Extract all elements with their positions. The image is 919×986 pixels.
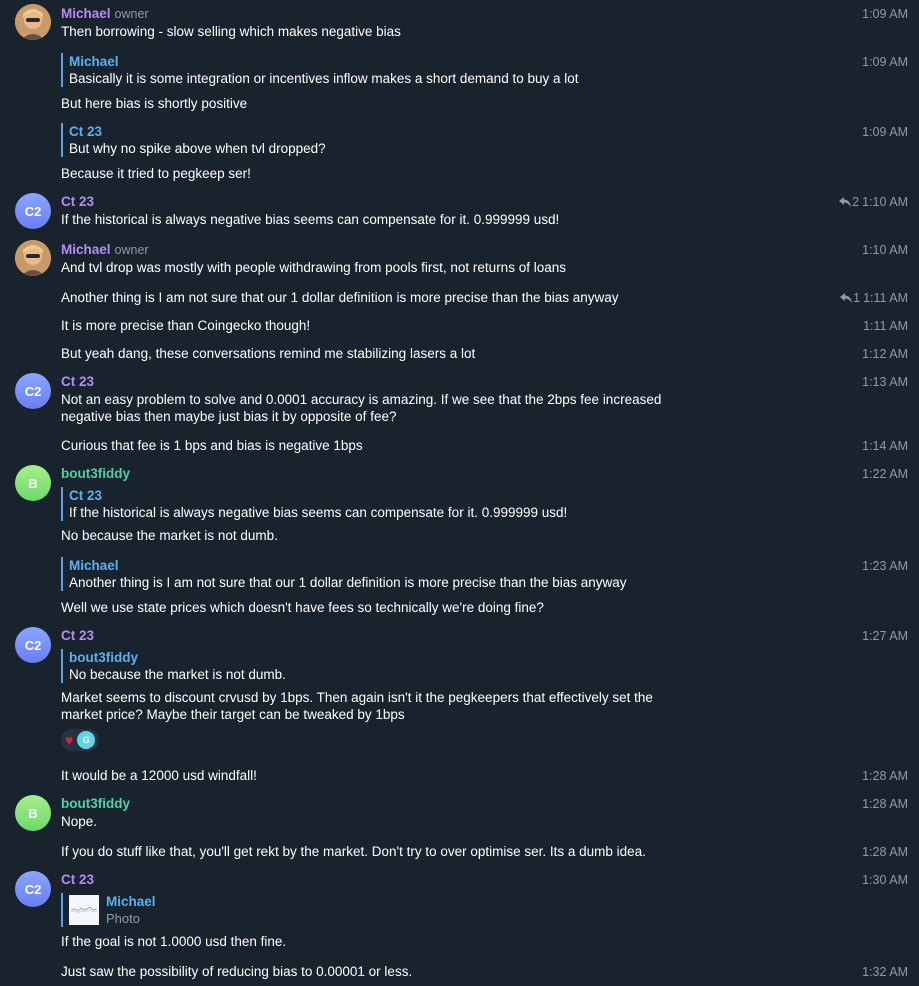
sender-name[interactable]: Ct 23 [61, 872, 94, 887]
role-badge: owner [114, 243, 149, 257]
message-time: 1:13 AM [862, 375, 908, 389]
message-time: 1:32 AM [862, 965, 908, 979]
message-text: But yeah dang, these conversations remin… [61, 346, 476, 361]
reply-arrow-icon [840, 293, 853, 303]
quote-text: No because the market is not dumb. [69, 667, 286, 682]
heart-icon: ♥ [65, 732, 74, 748]
avatar-photo-icon [15, 4, 51, 40]
avatar-ct23[interactable]: C2 [15, 373, 51, 409]
message-time: 1:09 AM [862, 125, 908, 139]
message-text: And tvl drop was mostly with people with… [61, 260, 566, 275]
quote-text: But why no spike above when tvl dropped? [69, 141, 326, 156]
message-time: 1:27 AM [862, 629, 908, 643]
avatar-ct23[interactable]: C2 [15, 193, 51, 229]
message-text: If the historical is always negative bia… [61, 212, 560, 227]
message-text: Another thing is I am not sure that our … [61, 290, 619, 305]
chart-thumbnail-icon [69, 895, 99, 925]
role-badge: owner [114, 7, 149, 21]
avatar-ct23[interactable]: C2 [15, 627, 51, 663]
quote-sender: Michael [69, 54, 119, 69]
message-text: If the goal is not 1.0000 usd then fine. [61, 934, 287, 949]
quote-text: Photo [106, 911, 140, 926]
message-time: 1:09 AM [862, 7, 908, 21]
photo-thumbnail [69, 895, 99, 925]
message-text: But here bias is shortly positive [61, 96, 248, 111]
message-text: Because it tried to pegkeep ser! [61, 166, 251, 181]
avatar-bout3fiddy[interactable]: B [15, 465, 51, 501]
sender-name[interactable]: bout3fiddy [61, 466, 130, 481]
sender-name[interactable]: bout3fiddy [61, 796, 130, 811]
message-text: It is more precise than Coingecko though… [61, 318, 311, 333]
message-time: 1:10 AM [862, 243, 908, 257]
reply-quote[interactable]: Ct 23 If the historical is always negati… [61, 487, 567, 521]
message-text: Nope. [61, 814, 98, 829]
avatar-ct23[interactable]: C2 [15, 871, 51, 907]
reply-quote[interactable]: Michael Another thing is I am not sure t… [61, 557, 627, 591]
message-time: 1:23 AM [862, 559, 908, 573]
message-time: 1:28 AM [862, 769, 908, 783]
quote-sender: Michael [69, 558, 119, 573]
message-text: Not an easy problem to solve and 0.0001 … [61, 392, 662, 424]
quote-sender: Michael [106, 894, 156, 909]
message-text: If you do stuff like that, you'll get re… [61, 844, 646, 859]
reply-quote[interactable]: Ct 23 But why no spike above when tvl dr… [61, 123, 326, 157]
sender-name[interactable]: Ct 23 [61, 194, 94, 209]
reply-quote[interactable]: bout3fiddy No because the market is not … [61, 649, 286, 683]
quote-text: If the historical is always negative bia… [69, 505, 568, 520]
avatar-photo-icon [15, 240, 51, 276]
quote-text: Basically it is some integration or ince… [69, 71, 579, 86]
message-time: 1:28 AM [862, 845, 908, 859]
message-text: Curious that fee is 1 bps and bias is ne… [61, 438, 363, 453]
quote-text: Another thing is I am not sure that our … [69, 575, 627, 590]
message-time: 1:22 AM [862, 467, 908, 481]
sender-name[interactable]: Ct 23 [61, 628, 94, 643]
sender-name[interactable]: Michael owner [61, 6, 149, 21]
reply-count[interactable]: 1 [840, 291, 860, 305]
avatar-bout3fiddy[interactable]: B [15, 795, 51, 831]
message-time: 1:11 AM [863, 319, 908, 333]
quote-sender: Ct 23 [69, 488, 103, 503]
message-text: Market seems to discount crvusd by 1bps.… [61, 690, 653, 722]
message-text: It would be a 12000 usd windfall! [61, 768, 257, 783]
message-text: Well we use state prices which doesn't h… [61, 600, 544, 615]
reply-count[interactable]: 2 [839, 195, 859, 209]
reaction-heart[interactable]: ♥ G [61, 729, 100, 751]
quote-sender: Ct 23 [69, 124, 103, 139]
message-text: Just saw the possibility of reducing bia… [61, 964, 413, 979]
message-time: 1:28 AM [862, 797, 908, 811]
message-time: 1:14 AM [862, 439, 908, 453]
reaction-avatar: G [77, 731, 96, 749]
reply-quote[interactable]: Michael Basically it is some integration… [61, 53, 579, 87]
avatar-michael[interactable] [15, 240, 51, 276]
message-text: Then borrowing - slow selling which make… [61, 24, 401, 39]
sender-name[interactable]: Michael owner [61, 242, 149, 257]
message-text: No because the market is not dumb. [61, 528, 278, 543]
avatar-michael[interactable] [15, 4, 51, 40]
sender-name[interactable]: Ct 23 [61, 374, 94, 389]
message-time: 2 1:10 AM [839, 195, 908, 209]
message-time: 1 1:11 AM [840, 291, 908, 305]
reply-arrow-icon [839, 197, 852, 207]
message-time: 1:12 AM [862, 347, 908, 361]
reactions: ♥ G [61, 729, 100, 751]
quote-sender: bout3fiddy [69, 650, 138, 665]
reply-quote-photo[interactable]: Michael Photo [61, 893, 156, 927]
message-time: 1:30 AM [862, 873, 908, 887]
message-time: 1:09 AM [862, 55, 908, 69]
